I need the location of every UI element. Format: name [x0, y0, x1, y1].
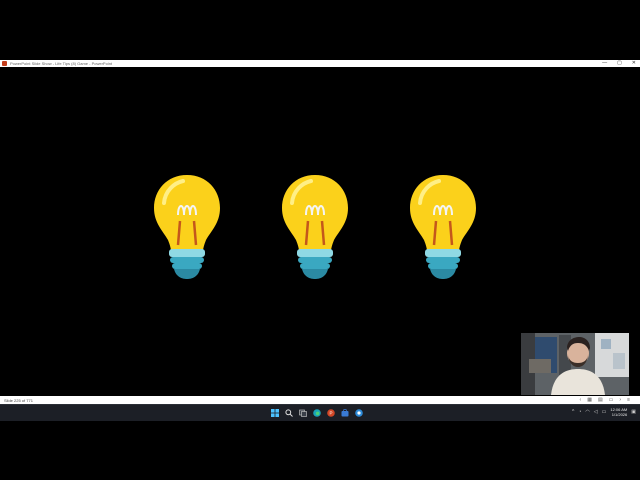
clock[interactable]: 12:06 AM 1/1/2026	[610, 407, 627, 417]
slide-counter: Slide 225 of 771	[4, 397, 33, 403]
normal-view-icon[interactable]: ▦	[587, 397, 592, 403]
slide-sorter-icon[interactable]: ▤	[598, 397, 603, 403]
webcam-video	[521, 333, 629, 395]
minimize-button[interactable]: —	[602, 60, 607, 67]
lightbulb-icon	[282, 175, 348, 279]
status-controls: ‹ ▦ ▤ ▭ › ≡	[580, 397, 630, 403]
store-icon[interactable]	[340, 408, 350, 418]
network-icon[interactable]: ◔	[578, 409, 581, 415]
windows-start-icon[interactable]	[270, 408, 280, 418]
notification-icon[interactable]: ▣	[631, 409, 636, 415]
close-button[interactable]: ✕	[632, 60, 636, 67]
next-slide-icon[interactable]: ›	[619, 397, 621, 403]
previous-slide-icon[interactable]: ‹	[580, 397, 582, 403]
webcam-overlay	[521, 333, 629, 395]
taskbar: P ^ ◔ ◠ ◁ ▭ 12:06 AM 1/1/2026 ▣	[0, 404, 640, 421]
search-icon[interactable]	[284, 408, 294, 418]
reading-view-icon[interactable]: ▭	[609, 397, 614, 403]
status-bar: Slide 225 of 771 ‹ ▦ ▤ ▭ › ≡	[0, 396, 640, 404]
window-controls: — ▢ ✕	[602, 60, 636, 67]
lightbulb-icon	[154, 175, 220, 279]
system-tray: ^ ◔ ◠ ◁ ▭ 12:06 AM 1/1/2026 ▣	[572, 407, 636, 417]
battery-icon[interactable]: ▭	[602, 409, 607, 415]
clock-date: 1/1/2026	[611, 412, 628, 417]
svg-text:P: P	[329, 411, 332, 416]
taskbar-apps: P	[270, 408, 364, 418]
tray-overflow-icon[interactable]: ^	[572, 409, 574, 415]
edge-icon[interactable]	[312, 408, 322, 418]
powerpoint-icon[interactable]: P	[326, 408, 336, 418]
volume-icon[interactable]: ◁	[594, 409, 598, 415]
wifi-icon[interactable]: ◠	[585, 409, 589, 415]
window-title: PowerPoint Slide Show - Life Tips (8) Ga…	[10, 61, 113, 66]
lightbulb-icon	[410, 175, 476, 279]
task-view-icon[interactable]	[298, 408, 308, 418]
window-title-bar: PowerPoint Slide Show - Life Tips (8) Ga…	[0, 60, 640, 67]
powerpoint-app-icon	[2, 61, 7, 66]
maximize-button[interactable]: ▢	[617, 60, 622, 67]
active-app-icon[interactable]	[354, 408, 364, 418]
menu-icon[interactable]: ≡	[627, 397, 630, 403]
